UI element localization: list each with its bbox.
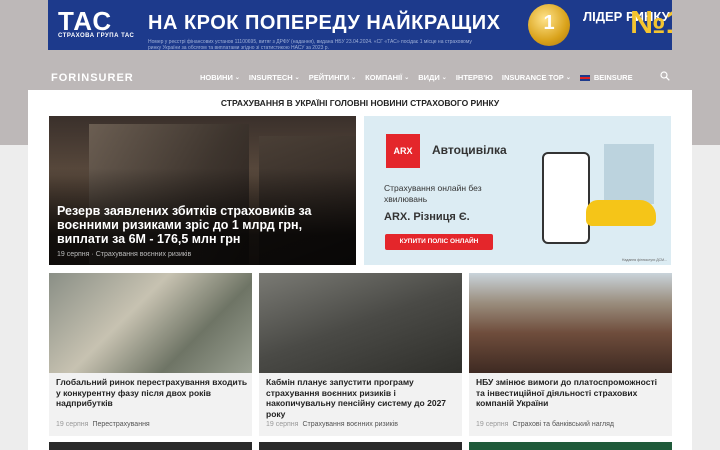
chevron-down-icon: ⌄ — [565, 75, 571, 81]
article-card[interactable]: НБУ змінює вимоги до платоспроможності т… — [469, 273, 672, 436]
article-meta: 19 серпня Страхові та банківський нагляд — [476, 421, 614, 428]
chevron-down-icon: ⌄ — [351, 75, 357, 81]
article-category[interactable]: Страхування воєнних ризиків — [302, 421, 398, 428]
banner-no1: №1 — [630, 4, 672, 40]
arx-logo: ARX — [386, 134, 420, 168]
search-icon[interactable] — [660, 71, 670, 81]
article-date: 19 серпня — [266, 421, 299, 428]
article-image[interactable] — [469, 273, 672, 373]
nav-item-label: КОМПАНІЇ — [365, 73, 403, 82]
nav-item-label: НОВИНИ — [200, 73, 233, 82]
nav-item-label: ІНТЕРВ'Ю — [455, 73, 493, 82]
article-meta: 19 серпня Перестрахування — [56, 421, 150, 428]
ad-city-illustration — [604, 144, 654, 204]
nav-item-ratings[interactable]: РЕЙТИНГИ ⌄ — [309, 73, 356, 82]
chevron-down-icon: ⌄ — [294, 75, 300, 81]
site-logo[interactable]: FORINSURER — [51, 72, 134, 84]
nav-item-label: РЕЙТИНГИ — [308, 73, 350, 82]
hero-title[interactable]: Резерв заявлених збитків страховиків за … — [57, 204, 349, 246]
article-card[interactable]: Глобальний ринок перестрахування входить… — [49, 273, 252, 436]
article-card[interactable]: Кабмін планує запустити програму страхув… — [259, 273, 462, 436]
nav-item-types[interactable]: ВИДИ ⌄ — [418, 73, 447, 82]
nav-item-label: BEINSURE — [593, 73, 633, 82]
chevron-down-icon: ⌄ — [234, 75, 240, 81]
article-date: 19 серпня — [56, 421, 89, 428]
article-image[interactable] — [49, 273, 252, 373]
next-row-article-image[interactable] — [469, 442, 672, 450]
nav-menu: НОВИНИ ⌄ INSURTECH ⌄ РЕЙТИНГИ ⌄ КОМПАНІЇ ⌄ В… — [200, 73, 633, 82]
nav-item-insurtech[interactable]: INSURTECH ⌄ — [249, 73, 300, 82]
nav-item-interview[interactable]: ІНТЕРВ'Ю — [456, 73, 493, 82]
banner-fine-print: Номер у реєстрі фінансових установ 11100… — [148, 39, 472, 50]
chevron-down-icon: ⌄ — [404, 75, 410, 81]
top-banner-ad[interactable]: ТАС СТРАХОВА ГРУПА ТАС НА КРОК ПОПЕРЕДУ … — [48, 0, 672, 50]
main-navigation: FORINSURER НОВИНИ ⌄ INSURTECH ⌄ РЕЙТИНГИ ⌄ … — [48, 68, 672, 88]
nav-item-companies[interactable]: КОМПАНІЇ ⌄ — [365, 73, 409, 82]
nav-item-news[interactable]: НОВИНИ ⌄ — [200, 73, 240, 82]
ad-text: Страхування онлайн без хвилювань — [384, 183, 482, 204]
article-category[interactable]: Страхові та банківський нагляд — [512, 421, 614, 428]
next-row-article-image[interactable] — [49, 442, 252, 450]
medal-icon: 1 — [528, 4, 570, 46]
ad-slogan: ARX. Різниця Є. — [384, 211, 470, 223]
uk-flag-icon — [579, 74, 590, 81]
article-date: 19 серпня — [476, 421, 509, 428]
nav-item-label: ВИДИ — [418, 73, 440, 82]
article-title[interactable]: НБУ змінює вимоги до платоспроможності т… — [476, 377, 668, 409]
car-illustration — [586, 200, 656, 226]
medal-number: 1 — [543, 12, 555, 34]
banner-logo-subtitle: СТРАХОВА ГРУПА ТАС — [58, 33, 135, 39]
article-meta: 19 серпня Страхування воєнних ризиків — [266, 421, 398, 428]
article-image[interactable] — [259, 273, 462, 373]
content-panel: СТРАХУВАННЯ В УКРАЇНІ ГОЛОВНІ НОВИНИ СТР… — [28, 90, 692, 450]
nav-item-label: INSURANCE TOP — [501, 73, 564, 82]
hero-meta: 19 серпня · Страхування воєнних ризиків — [57, 251, 192, 258]
ad-title: Автоцивілка — [432, 143, 507, 157]
next-row-article-image[interactable] — [259, 442, 462, 450]
article-title[interactable]: Глобальний ринок перестрахування входить… — [56, 377, 248, 409]
article-title[interactable]: Кабмін планує запустити програму страхув… — [266, 377, 458, 419]
nav-item-beinsure[interactable]: BEINSURE — [579, 73, 633, 82]
banner-slogan: НА КРОК ПОПЕРЕДУ НАЙКРАЩИХ — [148, 12, 501, 34]
article-category[interactable]: Перестрахування — [92, 421, 149, 428]
hero-article[interactable]: Резерв заявлених збитків страховиків за … — [49, 116, 356, 265]
buy-policy-button[interactable]: КУПИТИ ПОЛІС ОНЛАЙН — [385, 234, 493, 250]
nav-item-insurance-top[interactable]: INSURANCE TOP ⌄ — [502, 73, 571, 82]
side-ad-arx[interactable]: ARX Автоцивілка Страхування онлайн без х… — [364, 116, 671, 265]
nav-item-label: INSURTECH — [248, 73, 293, 82]
hero-date: 19 серпня — [57, 251, 90, 258]
ad-fine-print: Надання фінпослуги ДСМ... — [621, 258, 667, 262]
section-title: СТРАХУВАННЯ В УКРАЇНІ ГОЛОВНІ НОВИНИ СТР… — [220, 98, 500, 108]
chevron-down-icon: ⌄ — [441, 75, 447, 81]
hero-category[interactable]: Страхування воєнних ризиків — [96, 251, 192, 258]
phone-illustration — [542, 152, 590, 244]
